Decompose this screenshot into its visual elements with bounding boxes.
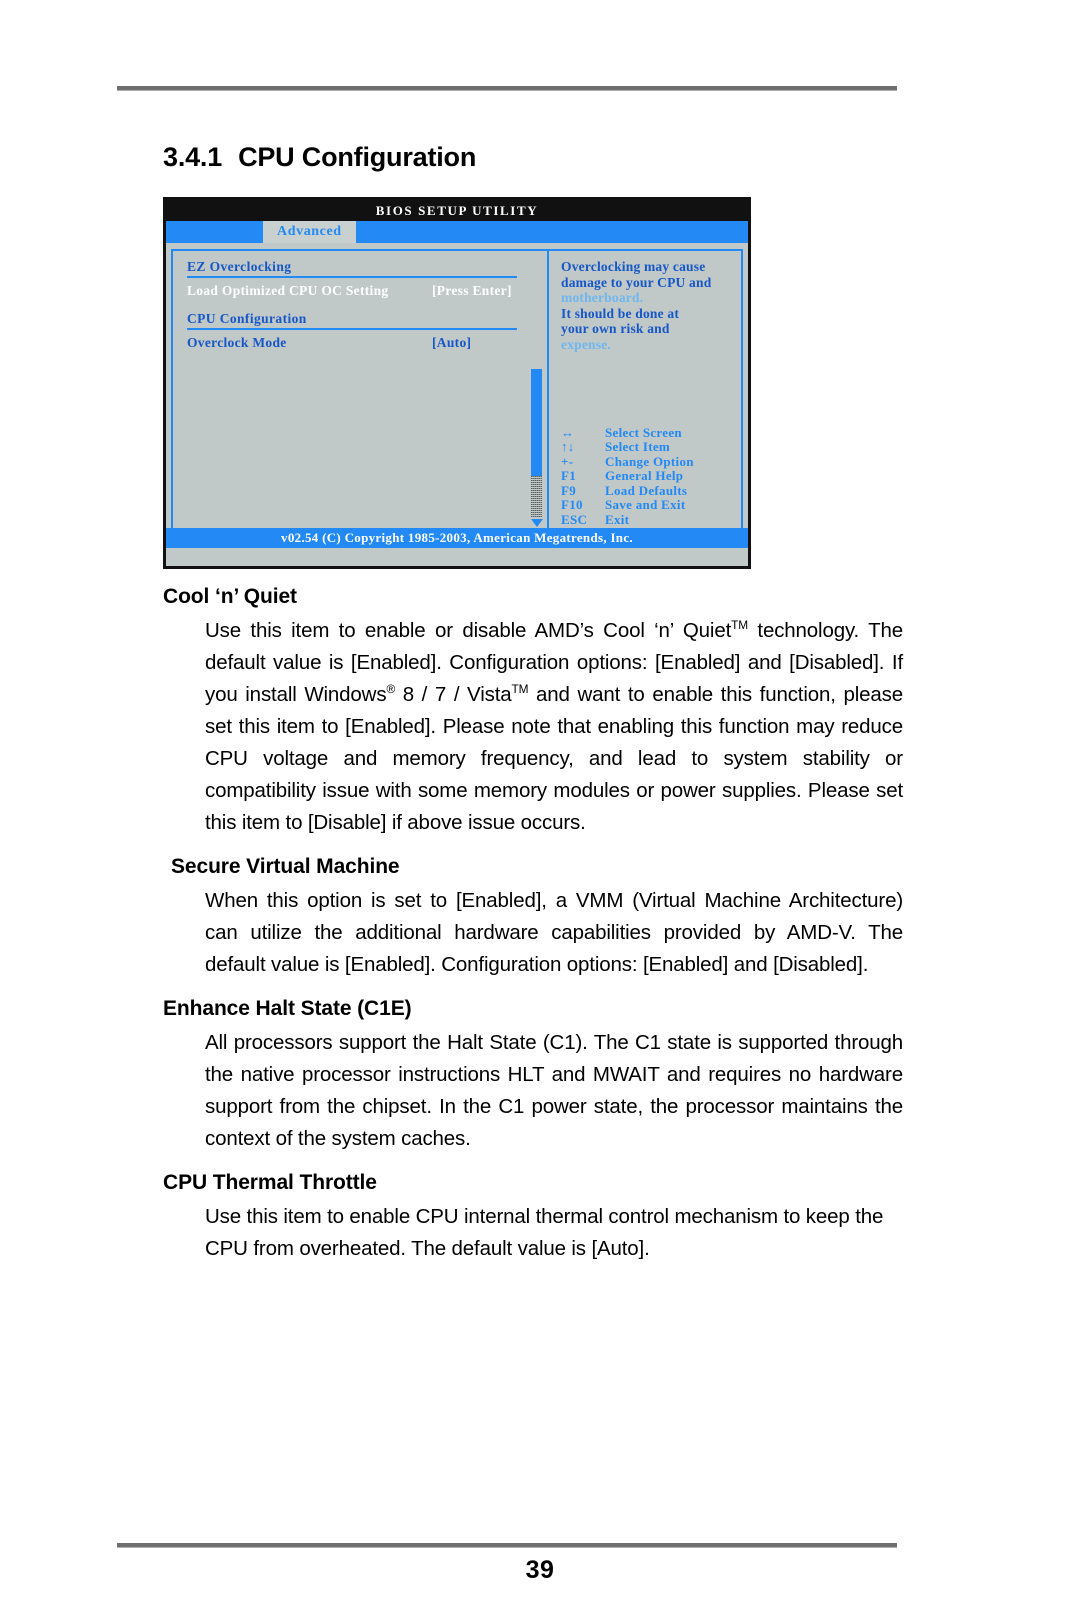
group-divider xyxy=(187,328,517,330)
body-content: Cool ‘n’ Quiet Use this item to enable o… xyxy=(163,585,903,1281)
term-heading: Cool ‘n’ Quiet xyxy=(163,585,297,608)
bios-setup-screenshot: BIOS SETUP UTILITY Advanced EZ Overclock… xyxy=(163,197,751,569)
bios-body: EZ Overclocking Load Optimized CPU OC Se… xyxy=(166,243,748,548)
help-text: Overclocking may cause damage to your CP… xyxy=(561,259,741,352)
bios-titlebar: BIOS SETUP UTILITY xyxy=(166,200,748,221)
key-glyph: F1 xyxy=(561,468,577,483)
key-glyph: F9 xyxy=(561,482,577,498)
setting-value: [Auto] xyxy=(432,335,472,350)
setting-row-load-optimized-cpu-oc-setting[interactable]: Load Optimized CPU OC Setting [Press Ent… xyxy=(187,283,547,299)
key-glyph: F10 xyxy=(561,497,583,512)
help-line-2: damage to your CPU and xyxy=(561,274,712,290)
section-enhance-halt-state: Enhance Halt State (C1E) All processors … xyxy=(163,997,903,1155)
section-cpu-thermal-throttle: CPU Thermal Throttle Use this item to en… xyxy=(163,1171,903,1265)
setting-label: Overclock Mode xyxy=(187,335,287,350)
help-line-3: motherboard. xyxy=(561,290,644,305)
key-legend-row: +- Change Option xyxy=(561,453,694,470)
key-action: Select Item xyxy=(605,439,671,454)
bios-footer: v02.54 (C) Copyright 1985-2003, American… xyxy=(166,528,748,548)
term-description: Use this item to enable CPU internal the… xyxy=(205,1205,884,1260)
key-legend-row: ↑↓ Select Item xyxy=(561,439,694,455)
tab-advanced-label: Advanced xyxy=(277,224,342,239)
term-description: All processors support the Halt State (C… xyxy=(205,1031,903,1150)
bios-copyright-text: v02.54 (C) Copyright 1985-2003, American… xyxy=(281,530,633,545)
scrollbar-thumb[interactable] xyxy=(531,369,542,476)
bios-scrollbar[interactable] xyxy=(531,369,543,531)
key-legend-row: F9 Load Defaults xyxy=(561,482,694,499)
key-glyph: +- xyxy=(561,453,574,469)
term-heading: Secure Virtual Machine xyxy=(171,855,400,878)
tabbar-right-fill xyxy=(356,221,748,243)
scrollbar-track[interactable] xyxy=(531,476,542,518)
group-divider xyxy=(187,276,517,278)
term-heading: Enhance Halt State (C1E) xyxy=(163,997,412,1020)
help-line-6: expense. xyxy=(561,336,611,352)
bios-settings-pane: EZ Overclocking Load Optimized CPU OC Se… xyxy=(173,251,547,533)
setting-row-overclock-mode[interactable]: Overclock Mode [Auto] xyxy=(187,335,547,351)
group-title-cpu-configuration: CPU Configuration xyxy=(187,311,307,326)
bios-help-pane: Overclocking may cause damage to your CP… xyxy=(547,251,741,533)
key-action: Exit xyxy=(605,511,630,527)
bios-key-legend: ↔ Select Screen ↑↓ Select Item +- Change… xyxy=(561,424,694,528)
term-heading: CPU Thermal Throttle xyxy=(163,1171,377,1194)
tab-advanced[interactable]: Advanced xyxy=(263,221,356,243)
document-page: 3.4.1 CPU Configuration BIOS SETUP UTILIT… xyxy=(0,0,1080,1619)
key-action: General Help xyxy=(605,468,684,483)
scroll-down-arrow-icon[interactable] xyxy=(531,519,543,527)
section-title: CPU Configuration xyxy=(238,142,477,172)
key-legend-row: ESC Exit xyxy=(561,511,694,528)
key-legend-row: ↔ Select Screen xyxy=(561,424,694,441)
key-glyph: ↔ xyxy=(561,424,575,440)
page-title: 3.4.1 CPU Configuration xyxy=(163,142,476,173)
term-description: Use this item to enable or disable AMD’s… xyxy=(205,618,904,834)
key-action: Save and Exit xyxy=(605,497,686,512)
section-secure-virtual-machine: Secure Virtual Machine When this option … xyxy=(163,855,903,981)
footer-rule xyxy=(117,1543,897,1548)
setting-label: Load Optimized CPU OC Setting xyxy=(187,283,389,298)
key-action: Load Defaults xyxy=(605,482,688,498)
header-rule xyxy=(117,86,897,91)
key-legend-row: F10 Save and Exit xyxy=(561,497,694,513)
help-line-5: your own risk and xyxy=(561,321,670,336)
key-action: Change Option xyxy=(605,453,694,469)
group-title-ez-overclocking: EZ Overclocking xyxy=(187,259,292,274)
page-number: 39 xyxy=(525,1556,555,1584)
help-line-4: It should be done at xyxy=(561,305,680,321)
help-line-1: Overclocking may cause xyxy=(561,259,706,274)
term-description: When this option is set to [Enabled], a … xyxy=(205,889,903,976)
key-glyph: ↑↓ xyxy=(561,439,575,454)
section-cool-n-quiet: Cool ‘n’ Quiet Use this item to enable o… xyxy=(163,585,903,839)
key-action: Select Screen xyxy=(605,424,682,440)
bios-tabbar[interactable]: Advanced xyxy=(166,221,748,243)
key-glyph: ESC xyxy=(561,511,588,527)
section-number: 3.4.1 xyxy=(163,142,223,172)
bios-panes: EZ Overclocking Load Optimized CPU OC Se… xyxy=(171,249,743,535)
bios-title-text: BIOS SETUP UTILITY xyxy=(375,202,539,218)
setting-value: [Press Enter] xyxy=(432,283,512,298)
tabbar-left-fill xyxy=(171,221,263,243)
key-legend-row: F1 General Help xyxy=(561,468,694,484)
